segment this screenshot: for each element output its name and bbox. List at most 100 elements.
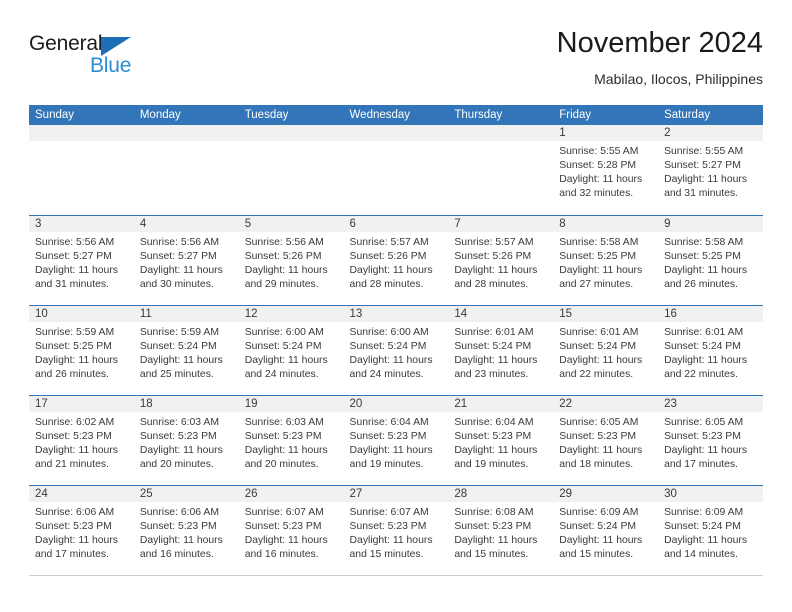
daylight-text-line1: Daylight: 11 hours bbox=[244, 534, 328, 546]
daylight-text-line1: Daylight: 11 hours bbox=[664, 354, 748, 366]
daylight-text-line2: and 17 minutes. bbox=[35, 548, 109, 560]
calendar-day-cell[interactable]: 7 Sunrise: 5:57 AM Sunset: 5:26 PM Daylight… bbox=[448, 214, 554, 305]
calendar-day-cell[interactable]: 25 Sunrise: 6:06 AM Sunset: 5:23 PM Dayligh… bbox=[133, 484, 239, 576]
sunset-text: Sunset: 5:24 PM bbox=[559, 340, 637, 352]
daylight-text-line1: Daylight: 11 hours bbox=[35, 264, 118, 276]
calendar-day-cell[interactable]: 18 Sunrise: 6:03 AM Sunset: 5:23 PM Dayligh… bbox=[133, 394, 239, 485]
calendar-day-cell[interactable]: 23 Sunrise: 6:05 AM Sunset: 5:23 PM Dayligh… bbox=[658, 394, 763, 485]
calendar-day-cell[interactable]: 17 Sunrise: 6:02 AM Sunset: 5:23 PM Dayligh… bbox=[29, 394, 134, 485]
calendar-day-cell-empty bbox=[343, 125, 449, 215]
sunset-text: Sunset: 5:23 PM bbox=[559, 430, 637, 442]
daylight-text-line2: and 21 minutes. bbox=[35, 458, 109, 470]
calendar-day-cell[interactable]: 11 Sunrise: 5:59 AM Sunset: 5:24 PM Dayligh… bbox=[133, 304, 239, 395]
daylight-text-line1: Daylight: 11 hours bbox=[139, 534, 223, 546]
day-number: 5 bbox=[238, 215, 344, 232]
sunrise-text: Sunrise: 6:01 AM bbox=[664, 326, 744, 338]
sunrise-text: Sunrise: 6:03 AM bbox=[139, 416, 219, 428]
day-details: Sunrise: 6:01 AM Sunset: 5:24 PM Daylight:… bbox=[553, 322, 658, 382]
calendar-day-cell[interactable]: 1 Sunrise: 5:55 AM Sunset: 5:28 PM Daylight… bbox=[553, 125, 659, 215]
calendar-day-cell-empty bbox=[29, 125, 134, 215]
calendar-day-cell[interactable]: 2 Sunrise: 5:55 AM Sunset: 5:27 PM Daylight… bbox=[658, 125, 763, 215]
calendar-day-cell[interactable]: 10 Sunrise: 5:59 AM Sunset: 5:25 PM Dayligh… bbox=[29, 304, 134, 395]
calendar-day-cell[interactable]: 15 Sunrise: 6:01 AM Sunset: 5:24 PM Dayligh… bbox=[553, 304, 659, 395]
daylight-text-line2: and 19 minutes. bbox=[349, 458, 424, 470]
day-number: 1 bbox=[553, 125, 659, 141]
logo-text-general: General bbox=[29, 32, 103, 55]
day-details: Sunrise: 5:59 AM Sunset: 5:25 PM Daylight:… bbox=[29, 322, 134, 382]
day-details: Sunrise: 6:00 AM Sunset: 5:24 PM Daylight:… bbox=[239, 322, 344, 382]
daylight-text-line2: and 30 minutes. bbox=[139, 278, 214, 290]
day-number: 24 bbox=[29, 485, 134, 502]
daylight-text-line1: Daylight: 11 hours bbox=[349, 354, 433, 366]
day-number: 3 bbox=[29, 215, 134, 232]
day-number: 19 bbox=[238, 395, 344, 412]
calendar-day-cell[interactable]: 16 Sunrise: 6:01 AM Sunset: 5:24 PM Dayligh… bbox=[658, 304, 763, 395]
daylight-text-line1: Daylight: 11 hours bbox=[559, 354, 643, 366]
calendar-day-cell[interactable]: 19 Sunrise: 6:03 AM Sunset: 5:23 PM Dayligh… bbox=[238, 394, 344, 485]
day-number: 28 bbox=[448, 485, 554, 502]
day-number: 2 bbox=[658, 125, 763, 141]
general-blue-logo[interactable]: General Blue bbox=[29, 32, 159, 84]
sunrise-text: Sunrise: 5:58 AM bbox=[559, 236, 639, 248]
calendar-week-row: 10 Sunrise: 5:59 AM Sunset: 5:25 PM Dayligh… bbox=[29, 304, 763, 395]
sunset-text: Sunset: 5:23 PM bbox=[454, 430, 532, 442]
daylight-text-line2: and 28 minutes. bbox=[349, 278, 424, 290]
weekday-header-sunday: Sunday bbox=[29, 105, 134, 125]
calendar-day-cell[interactable]: 26 Sunrise: 6:07 AM Sunset: 5:23 PM Dayligh… bbox=[238, 484, 344, 576]
daylight-text-line2: and 18 minutes. bbox=[559, 458, 634, 470]
calendar-day-cell[interactable]: 30 Sunrise: 6:09 AM Sunset: 5:24 PM Dayligh… bbox=[658, 484, 763, 576]
sunset-text: Sunset: 5:24 PM bbox=[244, 340, 322, 352]
daylight-text-line2: and 25 minutes. bbox=[139, 368, 214, 380]
calendar-day-cell[interactable]: 5 Sunrise: 5:56 AM Sunset: 5:26 PM Daylight… bbox=[238, 214, 344, 305]
sunrise-text: Sunrise: 6:05 AM bbox=[664, 416, 744, 428]
location-subtitle: Mabilao, Ilocos, Philippines bbox=[594, 71, 763, 87]
daylight-text-line1: Daylight: 11 hours bbox=[139, 354, 223, 366]
calendar-week-row: 3 Sunrise: 5:56 AM Sunset: 5:27 PM Daylight… bbox=[29, 214, 763, 305]
daylight-text-line1: Daylight: 11 hours bbox=[244, 444, 328, 456]
daylight-text-line2: and 14 minutes. bbox=[664, 548, 738, 560]
calendar-day-cell[interactable]: 22 Sunrise: 6:05 AM Sunset: 5:23 PM Dayligh… bbox=[553, 394, 659, 485]
sunset-text: Sunset: 5:23 PM bbox=[35, 520, 112, 532]
day-details: Sunrise: 6:08 AM Sunset: 5:23 PM Daylight:… bbox=[448, 502, 553, 562]
daylight-text-line1: Daylight: 11 hours bbox=[559, 264, 643, 276]
calendar-day-cell-empty bbox=[448, 125, 554, 215]
calendar-day-cell[interactable]: 8 Sunrise: 5:58 AM Sunset: 5:25 PM Daylight… bbox=[553, 214, 659, 305]
sunset-text: Sunset: 5:23 PM bbox=[664, 430, 741, 442]
daylight-text-line1: Daylight: 11 hours bbox=[454, 444, 538, 456]
calendar-day-cell[interactable]: 27 Sunrise: 6:07 AM Sunset: 5:23 PM Dayligh… bbox=[343, 484, 449, 576]
daylight-text-line2: and 15 minutes. bbox=[559, 548, 634, 560]
calendar-day-cell[interactable]: 3 Sunrise: 5:56 AM Sunset: 5:27 PM Daylight… bbox=[29, 214, 134, 305]
calendar-day-cell[interactable]: 29 Sunrise: 6:09 AM Sunset: 5:24 PM Dayligh… bbox=[553, 484, 659, 576]
sunset-text: Sunset: 5:27 PM bbox=[139, 250, 217, 262]
day-number: 13 bbox=[343, 305, 449, 322]
sunset-text: Sunset: 5:25 PM bbox=[664, 250, 741, 262]
day-number bbox=[29, 125, 134, 141]
daylight-text-line1: Daylight: 11 hours bbox=[349, 264, 433, 276]
calendar-day-cell[interactable]: 21 Sunrise: 6:04 AM Sunset: 5:23 PM Dayligh… bbox=[448, 394, 554, 485]
sunrise-text: Sunrise: 5:58 AM bbox=[664, 236, 744, 248]
sunset-text: Sunset: 5:24 PM bbox=[664, 340, 741, 352]
calendar-day-cell[interactable]: 4 Sunrise: 5:56 AM Sunset: 5:27 PM Daylight… bbox=[133, 214, 239, 305]
calendar-day-cell[interactable]: 13 Sunrise: 6:00 AM Sunset: 5:24 PM Dayligh… bbox=[343, 304, 449, 395]
sunrise-text: Sunrise: 6:04 AM bbox=[349, 416, 429, 428]
daylight-text-line1: Daylight: 11 hours bbox=[454, 354, 538, 366]
sunset-text: Sunset: 5:24 PM bbox=[139, 340, 217, 352]
calendar-day-cell[interactable]: 6 Sunrise: 5:57 AM Sunset: 5:26 PM Daylight… bbox=[343, 214, 449, 305]
sunrise-text: Sunrise: 6:07 AM bbox=[349, 506, 429, 518]
day-number: 8 bbox=[553, 215, 659, 232]
day-details: Sunrise: 6:05 AM Sunset: 5:23 PM Daylight:… bbox=[553, 412, 658, 472]
calendar-day-cell[interactable]: 12 Sunrise: 6:00 AM Sunset: 5:24 PM Dayligh… bbox=[238, 304, 344, 395]
day-number: 23 bbox=[658, 395, 763, 412]
calendar-day-cell[interactable]: 28 Sunrise: 6:08 AM Sunset: 5:23 PM Dayligh… bbox=[448, 484, 554, 576]
sunrise-text: Sunrise: 6:04 AM bbox=[454, 416, 534, 428]
calendar-day-cell[interactable]: 9 Sunrise: 5:58 AM Sunset: 5:25 PM Daylight… bbox=[658, 214, 763, 305]
page-title: November 2024 bbox=[556, 27, 763, 59]
day-details: Sunrise: 6:06 AM Sunset: 5:23 PM Daylight:… bbox=[134, 502, 239, 562]
calendar-day-cell[interactable]: 20 Sunrise: 6:04 AM Sunset: 5:23 PM Dayligh… bbox=[343, 394, 449, 485]
calendar-day-cell[interactable]: 24 Sunrise: 6:06 AM Sunset: 5:23 PM Dayligh… bbox=[29, 484, 134, 576]
day-number: 10 bbox=[29, 305, 134, 322]
day-details: Sunrise: 6:03 AM Sunset: 5:23 PM Daylight:… bbox=[134, 412, 239, 472]
calendar-day-cell[interactable]: 14 Sunrise: 6:01 AM Sunset: 5:24 PM Dayligh… bbox=[448, 304, 554, 395]
daylight-text-line1: Daylight: 11 hours bbox=[244, 264, 328, 276]
sunrise-text: Sunrise: 5:56 AM bbox=[139, 236, 219, 248]
